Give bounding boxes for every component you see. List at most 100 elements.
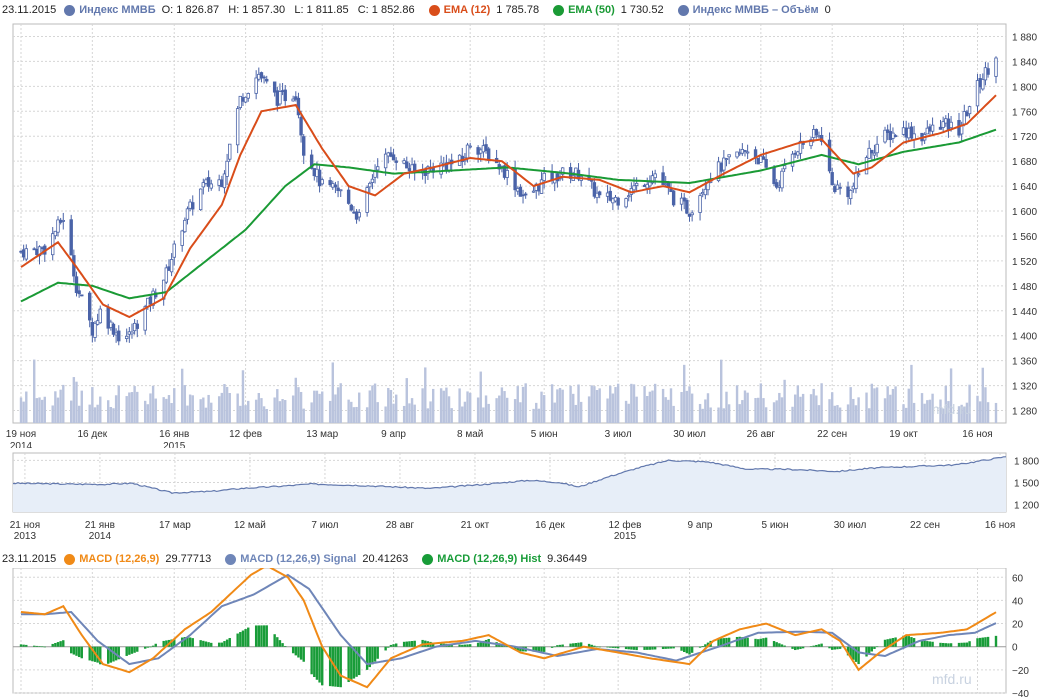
candle — [183, 219, 187, 233]
candle — [909, 126, 914, 139]
hist-bar — [358, 646, 361, 676]
volume-bar — [595, 390, 599, 423]
candle — [257, 73, 261, 80]
candle — [938, 126, 943, 130]
watermark: mfd.ru — [932, 671, 972, 687]
navigator-chart[interactable]: 1 200 1 500 1 800 21 ноя2013 21 янв2014 17 м… — [0, 450, 1062, 545]
volume-bar — [146, 404, 150, 423]
volume-bar — [180, 368, 184, 423]
y-tick-label: 1 840 — [1012, 57, 1037, 68]
volume-bar — [783, 379, 786, 423]
volume-bar — [574, 404, 578, 423]
macd-y-axis: −40 −20 0 20 40 60 — [1012, 573, 1029, 698]
candle — [333, 184, 338, 188]
candle — [521, 194, 525, 197]
candle — [265, 78, 269, 82]
hist-bar — [151, 645, 155, 647]
hist-bar — [683, 646, 686, 653]
hist-bar — [223, 641, 226, 647]
hist-bar — [247, 627, 250, 647]
candle — [58, 219, 63, 223]
candle — [962, 111, 966, 125]
volume-bar — [727, 404, 731, 423]
volume-bar — [926, 400, 929, 423]
candle — [386, 152, 390, 157]
hist-bar — [764, 637, 768, 647]
hist-bar — [743, 637, 747, 647]
hist-bar — [347, 646, 350, 683]
volume-bar — [445, 387, 448, 423]
hist-bar — [38, 646, 41, 647]
volume-bar — [772, 402, 776, 423]
candle — [835, 184, 840, 190]
x-tick-label: 16 ноя — [962, 429, 992, 440]
legend-item-volume[interactable]: Индекс ММВБ – Объём 0 — [677, 4, 837, 16]
hist-bar — [376, 646, 379, 659]
volume-bar — [143, 400, 147, 423]
candle — [986, 68, 990, 75]
candle — [682, 197, 686, 202]
candle — [383, 153, 388, 169]
legend-item-ema50[interactable]: EMA (50) 1 730.52 — [553, 4, 669, 16]
hist-bar — [207, 642, 210, 647]
hist-bar — [809, 646, 813, 647]
y-tick-label: 1 480 — [1012, 282, 1037, 293]
volume-bar — [994, 402, 998, 423]
hist-bar — [949, 643, 953, 647]
volume-bar — [725, 391, 728, 423]
hist-bar — [297, 646, 300, 658]
candle — [613, 196, 618, 202]
volume-bar — [630, 383, 633, 423]
x-tick-label: 16 янв — [159, 429, 189, 440]
candle — [352, 211, 356, 214]
candle — [978, 78, 982, 88]
macd-legend: 23.11.2015 MACD (12,26,9) 29.77713 MACD … — [2, 550, 601, 568]
volume-bar — [241, 370, 245, 423]
hist-bar — [978, 637, 982, 647]
hist-bar — [294, 646, 297, 656]
volume-bar — [976, 395, 979, 423]
hist-bar — [210, 642, 213, 647]
volume-bar — [516, 386, 519, 423]
legend-item-ema12[interactable]: EMA (12) 1 785.78 — [428, 4, 545, 16]
candle — [357, 212, 361, 218]
hist-bar — [572, 643, 575, 647]
hist-bar — [365, 646, 369, 670]
price-chart[interactable]: 1 280 1 320 1 360 1 400 1 440 1 480 1 520 1 560… — [0, 18, 1062, 448]
candle — [740, 149, 745, 154]
candle — [851, 185, 856, 190]
legend-dot-icon — [553, 4, 565, 16]
legend-dot-icon — [422, 553, 434, 565]
candle — [671, 190, 676, 206]
volume-bar — [817, 405, 821, 423]
legend-item-index[interactable]: Индекс ММВБ O: 1 826.87 H: 1 857.30 L: 1… — [64, 4, 420, 16]
volume-bar — [167, 395, 171, 423]
hist-bar — [51, 643, 54, 647]
hist-bar — [228, 638, 231, 647]
candle — [642, 184, 647, 187]
volume-bar — [833, 405, 837, 423]
macd-chart[interactable]: −40 −20 0 20 40 60 mfd.ru — [0, 568, 1062, 698]
candle — [983, 67, 988, 81]
candle — [928, 126, 932, 132]
volume-bar — [476, 397, 480, 423]
hist-bar — [833, 646, 837, 650]
hist-bar — [22, 644, 25, 647]
volume-bar — [310, 402, 313, 423]
candle — [35, 248, 39, 256]
candle — [291, 98, 295, 102]
hist-bar — [468, 644, 472, 647]
volume-bar — [487, 403, 490, 423]
hist-bar — [838, 646, 842, 649]
hist-bar — [315, 646, 319, 680]
volume-bar — [162, 397, 165, 423]
hist-bar — [204, 641, 208, 647]
legend-item-signal[interactable]: MACD (12,26,9) Signal 20.41263 — [225, 553, 414, 565]
hist-bar — [199, 640, 202, 647]
legend-item-macd[interactable]: MACD (12,26,9) 29.77713 — [64, 553, 217, 565]
candle — [722, 157, 726, 171]
candle — [130, 331, 134, 335]
candle — [376, 166, 380, 171]
legend-item-hist[interactable]: MACD (12,26,9) Hist 9.36449 — [422, 553, 593, 565]
volume-bar — [276, 389, 279, 423]
